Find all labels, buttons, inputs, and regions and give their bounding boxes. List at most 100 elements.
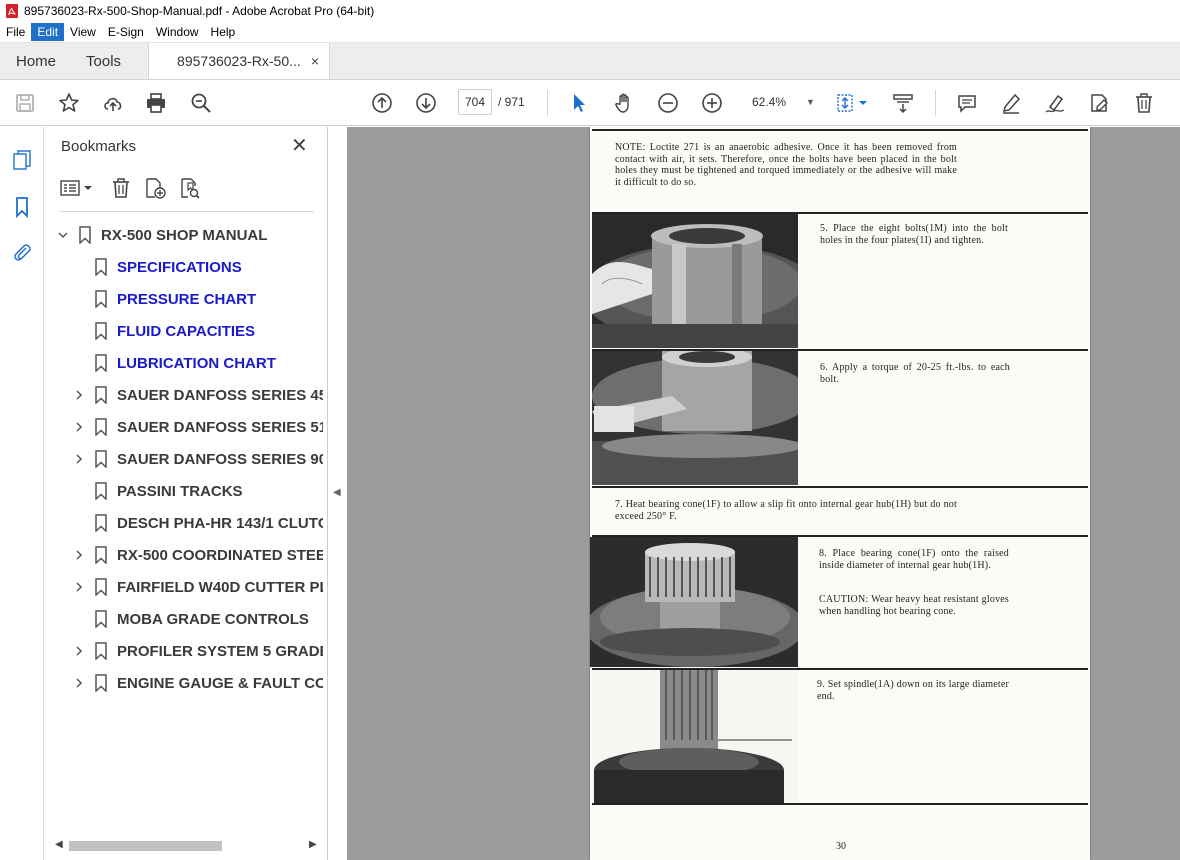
title-bar: 895736023-Rx-500-Shop-Manual.pdf - Adobe… (0, 0, 1180, 22)
chevron-right-icon[interactable] (73, 453, 85, 465)
comment-icon[interactable] (955, 91, 979, 115)
tab-home[interactable]: Home (0, 43, 72, 79)
highlight-pen-icon[interactable] (999, 91, 1023, 115)
bookmark-item[interactable]: DESCH PHA-HR 143/1 CLUTC (45, 507, 327, 539)
menu-edit[interactable]: Edit (31, 23, 65, 41)
step-7-text: 7. Heat bearing cone(1F) to allow a slip… (615, 499, 957, 522)
bookmark-icon (95, 578, 107, 596)
collapse-panel-icon[interactable]: ◀ (333, 487, 341, 498)
bookmark-label: PASSINI TRACKS (117, 482, 243, 500)
menu-esign[interactable]: E-Sign (102, 23, 150, 41)
delete-bookmark-icon[interactable] (109, 176, 133, 200)
attachments-paperclip-icon[interactable] (10, 240, 34, 264)
hand-tool-icon[interactable] (612, 91, 636, 115)
chevron-right-icon[interactable] (73, 645, 85, 657)
edit-pdf-icon[interactable] (1087, 91, 1111, 115)
tab-close-icon[interactable]: × (311, 53, 319, 69)
bookmark-icon (95, 290, 107, 308)
zoom-value: 62.4% (752, 95, 787, 109)
bookmark-item[interactable]: LUBRICATION CHART (45, 347, 327, 379)
close-icon[interactable]: ✕ (291, 136, 308, 156)
page-rule (592, 486, 1088, 488)
bookmark-item[interactable]: SAUER DANFOSS SERIES 90 P (45, 443, 327, 475)
bookmark-label: SAUER DANFOSS SERIES 51 M (117, 418, 323, 436)
left-navigation-rail (0, 127, 44, 860)
upload-cloud-icon[interactable] (101, 91, 125, 115)
bookmark-icon (95, 450, 107, 468)
tab-document[interactable]: 895736023-Rx-50... × (148, 43, 330, 79)
panel-splitter[interactable]: ◀ (329, 127, 347, 860)
bookmark-options-icon[interactable] (59, 176, 95, 200)
bookmark-label: RX-500 SHOP MANUAL (101, 226, 268, 244)
bookmark-label: SAUER DANFOSS SERIES 45 P (117, 386, 323, 404)
zoom-level-select[interactable]: 62.4% ▼ (742, 89, 815, 115)
zoom-search-icon[interactable] (189, 91, 213, 115)
bookmark-item[interactable]: MOBA GRADE CONTROLS (45, 603, 327, 635)
chevron-down-icon[interactable] (57, 229, 69, 241)
bookmark-item[interactable]: ENGINE GAUGE & FAULT COI (45, 667, 327, 699)
bookmarks-toolbar (59, 176, 319, 202)
chevron-right-icon[interactable] (73, 421, 85, 433)
bookmark-item[interactable]: RX-500 COORDINATED STEEI (45, 539, 327, 571)
bookmark-icon (95, 514, 107, 532)
caution-text: CAUTION: Wear heavy heat resistant glove… (819, 594, 1009, 617)
step-9-text: 9. Set spindle(1A) down on its large dia… (817, 679, 1009, 702)
bookmark-item[interactable]: PASSINI TRACKS (45, 475, 327, 507)
zoom-in-icon[interactable] (700, 91, 724, 115)
bookmark-item[interactable]: FLUID CAPACITIES (45, 315, 327, 347)
zoom-out-icon[interactable] (656, 91, 680, 115)
bookmarks-panel: Bookmarks ✕ RX-500 SHOP MANUAL SPECIFICA… (45, 127, 328, 860)
menu-bar: File Edit View E-Sign Window Help (0, 22, 1180, 43)
scroll-right-icon[interactable]: ▶ (309, 839, 317, 850)
chevron-right-icon[interactable] (73, 677, 85, 689)
scroll-mode-icon[interactable] (891, 91, 915, 115)
page-number-input[interactable]: 704 (458, 89, 492, 115)
document-view[interactable]: NOTE: Loctite 271 is an anaerobic adhesi… (347, 127, 1180, 860)
chevron-right-icon[interactable] (73, 549, 85, 561)
tab-tools[interactable]: Tools (72, 43, 137, 79)
page-number: 30 (836, 841, 846, 852)
bookmark-icon (95, 322, 107, 340)
save-icon[interactable] (13, 91, 37, 115)
main-toolbar (0, 80, 1180, 126)
delete-icon[interactable] (1132, 91, 1156, 115)
page-thumbnails-icon[interactable] (10, 148, 34, 172)
menu-file[interactable]: File (0, 23, 31, 41)
bookmark-item[interactable]: PRESSURE CHART (45, 283, 327, 315)
fit-page-icon[interactable] (834, 91, 870, 115)
bookmark-item[interactable]: SAUER DANFOSS SERIES 51 M (45, 411, 327, 443)
menu-window[interactable]: Window (150, 23, 205, 41)
toolbar-separator (547, 90, 548, 116)
find-bookmark-icon[interactable] (178, 176, 202, 200)
bookmark-root[interactable]: RX-500 SHOP MANUAL (45, 219, 327, 251)
bookmarks-horizontal-scrollbar[interactable]: ◀ ▶ (53, 837, 321, 853)
menu-view[interactable]: View (64, 23, 102, 41)
bookmark-label: RX-500 COORDINATED STEEI (117, 546, 323, 564)
bookmark-label: FLUID CAPACITIES (117, 322, 256, 340)
bookmark-label: SAUER DANFOSS SERIES 90 P (117, 450, 323, 468)
pdf-page: NOTE: Loctite 271 is an anaerobic adhesi… (590, 127, 1090, 860)
bookmark-label: MOBA GRADE CONTROLS (117, 610, 309, 628)
bookmark-item[interactable]: FAIRFIELD W40D CUTTER PLA (45, 571, 327, 603)
bookmark-item[interactable]: SPECIFICATIONS (45, 251, 327, 283)
bookmark-label: PROFILER SYSTEM 5 GRADE ( (117, 642, 323, 660)
menu-help[interactable]: Help (205, 23, 242, 41)
bookmark-panel-icon[interactable] (10, 195, 34, 219)
select-cursor-icon[interactable] (567, 91, 591, 115)
bookmark-icon (95, 642, 107, 660)
print-icon[interactable] (144, 91, 168, 115)
new-bookmark-icon[interactable] (143, 176, 167, 200)
bookmark-item[interactable]: SAUER DANFOSS SERIES 45 P (45, 379, 327, 411)
bookmark-item[interactable]: PROFILER SYSTEM 5 GRADE ( (45, 635, 327, 667)
previous-page-icon[interactable] (370, 91, 394, 115)
toolbar-separator (935, 90, 936, 116)
sign-icon[interactable] (1043, 91, 1067, 115)
next-page-icon[interactable] (414, 91, 438, 115)
chevron-right-icon[interactable] (73, 581, 85, 593)
star-icon[interactable] (57, 91, 81, 115)
scrollbar-thumb[interactable] (69, 841, 222, 851)
chevron-right-icon[interactable] (73, 389, 85, 401)
chevron-down-icon: ▼ (806, 97, 815, 107)
step-5-text: 5. Place the eight bolts(1M) into the bo… (820, 223, 1008, 246)
scroll-left-icon[interactable]: ◀ (55, 839, 63, 850)
